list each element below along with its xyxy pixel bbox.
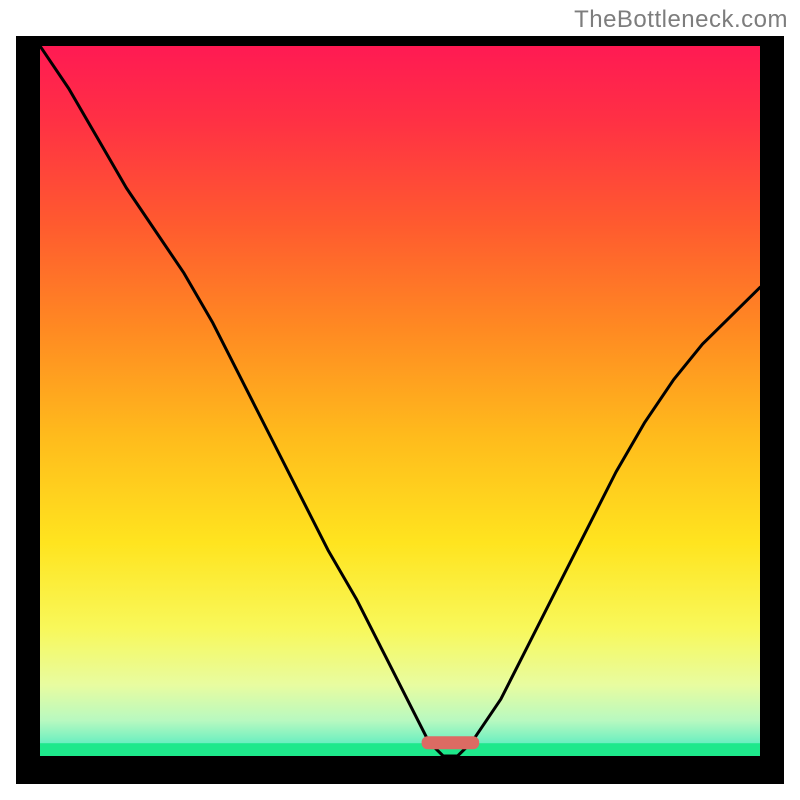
minimum-marker [422, 736, 480, 749]
watermark-text: TheBottleneck.com [574, 6, 788, 34]
chart-frame [16, 36, 784, 784]
gradient-background [40, 46, 760, 756]
plot-area [40, 46, 760, 756]
green-baseline-band [40, 743, 760, 756]
bottleneck-curve-chart [40, 46, 760, 756]
chart-stage: TheBottleneck.com [0, 0, 800, 800]
